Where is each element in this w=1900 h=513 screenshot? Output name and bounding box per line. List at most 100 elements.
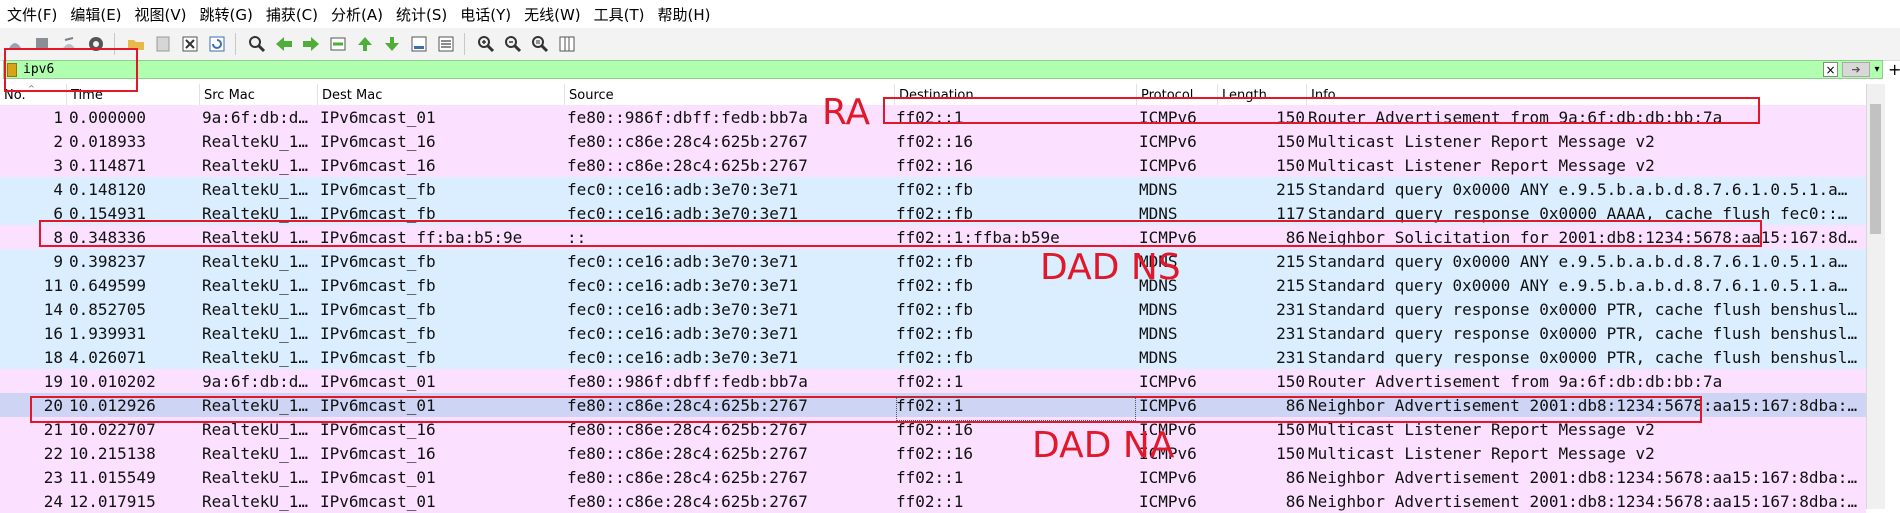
- go-to-packet-icon[interactable]: [326, 32, 350, 56]
- packet-row[interactable]: 8 0.348336 RealtekU_1… IPv6mcast_ff:ba:b5:9…: [0, 225, 1866, 249]
- packet-cell-length: 86: [1285, 396, 1305, 415]
- packet-cell-no: 3: [53, 156, 63, 175]
- packet-row[interactable]: 19 10.010202 9a:6f:db:d… IPv6mcast_01 fe80::…: [0, 369, 1866, 393]
- packet-cell-info: Neighbor Advertisement 2001:db8:1234:567…: [1308, 468, 1858, 487]
- filter-bookmark-icon[interactable]: [7, 62, 17, 77]
- clear-filter-icon[interactable]: ×: [1823, 62, 1838, 77]
- packet-cell-info: Router Advertisement from 9a:6f:db:db:bb…: [1308, 108, 1723, 127]
- zoom-normal-icon[interactable]: [528, 32, 552, 56]
- packet-row[interactable]: 11 0.649599 RealtekU_1… IPv6mcast_fb fec0::c…: [0, 273, 1866, 297]
- packet-cell-protocol: MDNS: [1139, 204, 1178, 223]
- packet-cell-time: 10.012926: [69, 396, 156, 415]
- col-header-dest-mac[interactable]: Dest Mac: [322, 88, 382, 103]
- packet-cell-src-mac: RealtekU_1…: [202, 252, 308, 271]
- menu-wireless[interactable]: 无线(W): [517, 4, 587, 25]
- go-last-icon[interactable]: [380, 32, 404, 56]
- packet-cell-source: fec0::ce16:adb:3e70:3e71: [567, 204, 799, 223]
- display-filter-input[interactable]: ipv6: [23, 62, 1882, 77]
- find-magnifier-icon[interactable]: [245, 32, 269, 56]
- packet-cell-dst-mac: IPv6mcast_fb: [320, 324, 436, 343]
- packet-cell-destination: ff02::16: [896, 132, 974, 151]
- packet-cell-no: 14: [43, 300, 63, 319]
- menu-statistics[interactable]: 统计(S): [389, 4, 453, 25]
- go-forward-arrow-icon[interactable]: [299, 32, 323, 56]
- packet-cell-protocol: ICMPv6: [1139, 492, 1197, 511]
- packet-cell-src-mac: RealtekU_1…: [202, 132, 308, 151]
- apply-filter-arrow-icon[interactable]: ➔: [1842, 62, 1870, 77]
- packet-cell-length: 117: [1276, 204, 1305, 223]
- packet-row[interactable]: 1 0.000000 9a:6f:db:d… IPv6mcast_01 fe80::98…: [0, 105, 1866, 129]
- save-file-icon[interactable]: [151, 32, 175, 56]
- packet-row[interactable]: 9 0.398237 RealtekU_1… IPv6mcast_fb fec0::ce…: [0, 249, 1866, 273]
- menu-telephony[interactable]: 电话(Y): [453, 4, 517, 25]
- menu-tools[interactable]: 工具(T): [587, 4, 651, 25]
- reload-icon[interactable]: [205, 32, 229, 56]
- packet-cell-info: Standard query 0x0000 ANY e.9.5.b.a.b.d.…: [1308, 276, 1848, 295]
- packet-cell-destination: ff02::fb: [896, 204, 974, 223]
- col-header-length[interactable]: Length: [1222, 88, 1267, 103]
- packet-row[interactable]: 14 0.852705 RealtekU_1… IPv6mcast_fb fec0::c…: [0, 297, 1866, 321]
- col-header-time[interactable]: Time: [71, 88, 103, 103]
- packet-cell-destination: ff02::1: [896, 372, 964, 391]
- open-folder-icon[interactable]: [124, 32, 148, 56]
- packet-row[interactable]: 2 0.018933 RealtekU_1… IPv6mcast_16 fe80::c8…: [0, 129, 1866, 153]
- menu-help[interactable]: 帮助(H): [651, 4, 717, 25]
- packet-cell-time: 0.348336: [69, 228, 147, 247]
- packet-row[interactable]: 16 1.939931 RealtekU_1… IPv6mcast_fb fec0::c…: [0, 321, 1866, 345]
- options-gear-icon[interactable]: [84, 32, 108, 56]
- packet-cell-length: 150: [1276, 108, 1305, 127]
- col-header-destination[interactable]: Destination: [899, 88, 974, 103]
- packet-cell-src-mac: 9a:6f:db:d…: [202, 372, 308, 391]
- menu-go[interactable]: 跳转(G): [193, 4, 259, 25]
- packet-cell-no: 8: [53, 228, 63, 247]
- menu-file[interactable]: 文件(F): [0, 4, 63, 25]
- packet-row[interactable]: 24 12.017915 RealtekU_1… IPv6mcast_01 fe80::…: [0, 489, 1866, 513]
- packet-list-scrollbar[interactable]: [1866, 84, 1885, 509]
- packet-row[interactable]: 22 10.215138 RealtekU_1… IPv6mcast_16 fe80::…: [0, 441, 1866, 465]
- packet-cell-dst-mac: IPv6mcast_ff:ba:b5:9e: [320, 228, 523, 247]
- menu-analyze[interactable]: 分析(A): [324, 4, 389, 25]
- packet-row[interactable]: 18 4.026071 RealtekU_1… IPv6mcast_fb fec0::c…: [0, 345, 1866, 369]
- packet-cell-destination: ff02::1: [896, 492, 964, 511]
- resize-columns-icon[interactable]: [555, 32, 579, 56]
- menu-capture[interactable]: 捕获(C): [259, 4, 324, 25]
- packet-cell-no: 1: [53, 108, 63, 127]
- packet-cell-dst-mac: IPv6mcast_16: [320, 444, 436, 463]
- zoom-in-icon[interactable]: [474, 32, 498, 56]
- colorize-icon[interactable]: [434, 32, 458, 56]
- packet-cell-info: Neighbor Advertisement 2001:db8:1234:567…: [1308, 396, 1858, 415]
- sort-ascending-icon: ^: [28, 84, 35, 93]
- packet-cell-length: 231: [1276, 300, 1305, 319]
- filter-history-dropdown-icon[interactable]: ▾: [1872, 63, 1882, 76]
- packet-cell-destination: ff02::1: [896, 468, 964, 487]
- autoscroll-icon[interactable]: [407, 32, 431, 56]
- packet-cell-protocol: ICMPv6: [1139, 132, 1197, 151]
- col-header-src-mac[interactable]: Src Mac: [204, 88, 255, 103]
- packet-cell-dst-mac: IPv6mcast_fb: [320, 180, 436, 199]
- packet-row[interactable]: 23 11.015549 RealtekU_1… IPv6mcast_01 fe80::…: [0, 465, 1866, 489]
- stop-square-icon[interactable]: [30, 32, 54, 56]
- col-header-source[interactable]: Source: [569, 88, 614, 103]
- packet-cell-source: fe80::c86e:28c4:625b:2767: [567, 444, 808, 463]
- col-header-protocol[interactable]: Protocol: [1141, 88, 1193, 103]
- packet-row[interactable]: 6 0.154931 RealtekU_1… IPv6mcast_fb fec0::ce…: [0, 201, 1866, 225]
- packet-cell-source: fe80::c86e:28c4:625b:2767: [567, 396, 808, 415]
- go-first-icon[interactable]: [353, 32, 377, 56]
- add-filter-button-icon[interactable]: +: [1888, 60, 1900, 79]
- packet-cell-length: 150: [1276, 444, 1305, 463]
- col-header-no[interactable]: No.: [4, 88, 26, 103]
- col-header-info[interactable]: Info: [1311, 88, 1336, 103]
- packet-row[interactable]: 4 0.148120 RealtekU_1… IPv6mcast_fb fec0::ce…: [0, 177, 1866, 201]
- restart-fin-icon[interactable]: [57, 32, 81, 56]
- packet-cell-no: 20: [43, 396, 63, 415]
- close-file-icon[interactable]: [178, 32, 202, 56]
- packet-row[interactable]: 3 0.114871 RealtekU_1… IPv6mcast_16 fe80::c8…: [0, 153, 1866, 177]
- go-back-arrow-icon[interactable]: [272, 32, 296, 56]
- scrollbar-thumb[interactable]: [1870, 104, 1881, 234]
- zoom-out-icon[interactable]: [501, 32, 525, 56]
- packet-cell-length: 215: [1276, 252, 1305, 271]
- packet-cell-destination: ff02::fb: [896, 348, 974, 367]
- menu-view[interactable]: 视图(V): [128, 4, 193, 25]
- menu-edit[interactable]: 编辑(E): [63, 4, 127, 25]
- shark-fin-start-icon[interactable]: [3, 32, 27, 56]
